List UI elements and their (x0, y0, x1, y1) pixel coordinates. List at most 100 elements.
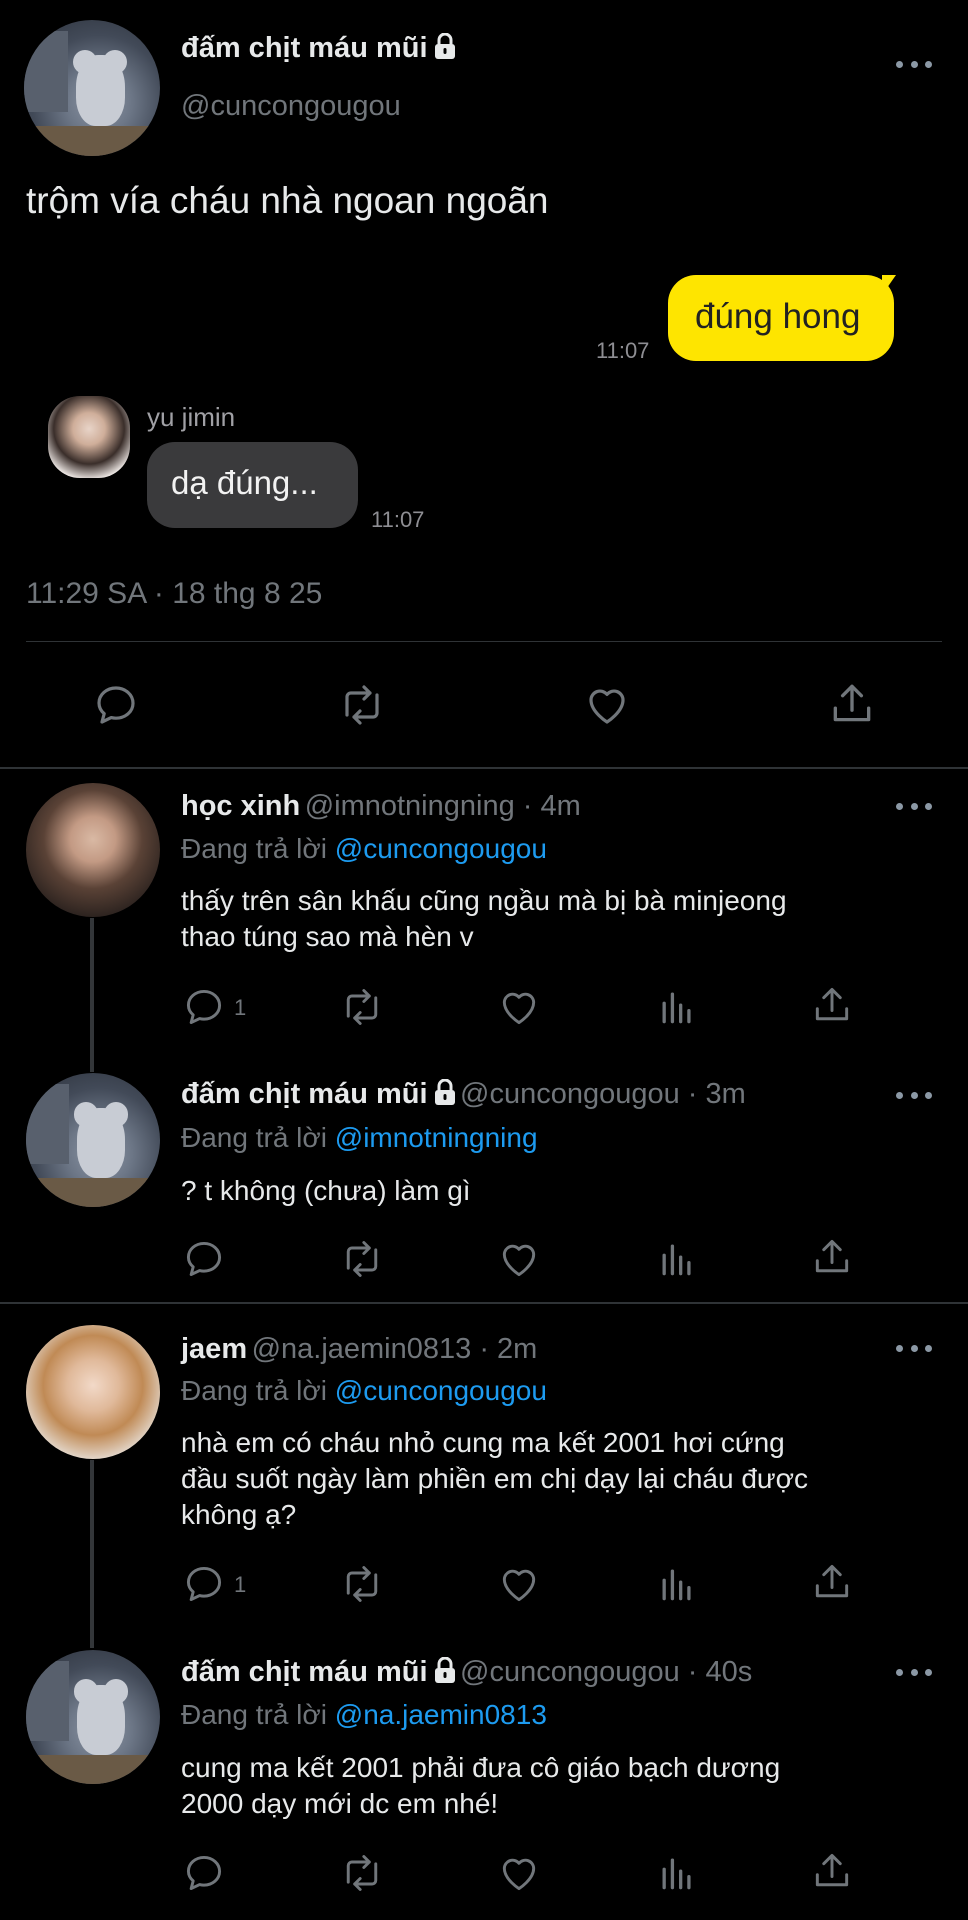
repost-button[interactable] (337, 1237, 387, 1281)
views-button[interactable] (655, 1237, 699, 1281)
share-icon (815, 987, 849, 1021)
reply-button[interactable] (182, 1237, 226, 1281)
avatar[interactable] (26, 1650, 160, 1784)
reply-handle-time[interactable]: @imnotningning · 4m (305, 790, 581, 822)
more-options-icon[interactable] (896, 1667, 932, 1677)
chat-bubble-incoming: dạ đúng... (147, 442, 358, 528)
reply-icon (186, 1241, 222, 1277)
lock-icon (434, 33, 455, 59)
reply-button[interactable] (182, 985, 226, 1029)
share-button[interactable] (810, 1849, 854, 1893)
repost-button[interactable] (337, 985, 387, 1029)
heart-icon (502, 1569, 536, 1602)
avatar[interactable] (26, 783, 160, 917)
reply-button[interactable] (92, 681, 140, 729)
reply-count: 1 (234, 995, 247, 1020)
views-button[interactable] (655, 985, 699, 1029)
author-name[interactable]: đấm chịt máu mũi (181, 32, 428, 64)
reply-mention[interactable]: @cuncongougou (335, 1375, 547, 1406)
avatar[interactable] (24, 20, 160, 156)
reply-text: thấy trên sân khấu cũng ngầu mà bị bà mi… (181, 883, 787, 955)
section-divider (0, 1302, 968, 1304)
repost-icon (346, 989, 378, 1025)
reply-text: ? t không (chưa) làm gì (181, 1173, 471, 1209)
reply-header: jaem @na.jaemin0813 · 2m (181, 1333, 537, 1366)
reply-name[interactable]: jaem (181, 1333, 247, 1365)
repost-button[interactable] (337, 1562, 387, 1606)
like-button[interactable] (582, 681, 632, 729)
share-icon (815, 1564, 849, 1598)
author-handle[interactable]: @cuncongougou (181, 90, 401, 123)
like-button[interactable] (497, 1237, 541, 1281)
reply-button[interactable] (182, 1562, 226, 1606)
reply-text-line: cung ma kết 2001 phải đưa cô giáo bạch d… (181, 1752, 781, 1783)
chat-sender-avatar (48, 396, 130, 478)
chat-incoming-text: dạ đúng... (171, 464, 318, 501)
reply-text-line: nhà em có cháu nhỏ cung ma kết 2001 hơi … (181, 1427, 785, 1458)
repost-icon (346, 1241, 378, 1277)
replying-label: Đang trả lời (181, 1375, 327, 1406)
avatar[interactable] (26, 1073, 160, 1207)
reply-handle-time[interactable]: @cuncongougou · 3m (460, 1078, 746, 1110)
chat-bubble-outgoing: đúng hong (668, 275, 896, 361)
share-button[interactable] (810, 983, 854, 1027)
share-icon (833, 684, 871, 722)
share-button[interactable] (810, 1235, 854, 1279)
analytics-icon (662, 1858, 691, 1890)
thread-line (90, 1460, 94, 1648)
reply-text: cung ma kết 2001 phải đưa cô giáo bạch d… (181, 1750, 780, 1822)
replying-label: Đang trả lời (181, 833, 327, 864)
replying-to: Đang trả lời @cuncongougou (181, 833, 547, 865)
reply-text-line: ? t không (chưa) làm gì (181, 1175, 471, 1206)
reply-name[interactable]: học xinh (181, 790, 300, 822)
share-button[interactable] (810, 1560, 854, 1604)
views-button[interactable] (655, 1562, 699, 1606)
analytics-icon (662, 1569, 691, 1601)
reply-text-line: thao túng sao mà hèn v (181, 921, 474, 952)
chat-time-outgoing: 11:07 (596, 338, 650, 363)
reply-header: học xinh @imnotningning · 4m (181, 790, 581, 823)
views-button[interactable] (655, 1851, 699, 1895)
reply-text-line: thấy trên sân khấu cũng ngầu mà bị bà mi… (181, 885, 787, 916)
reply-text-line: không ạ? (181, 1499, 297, 1530)
thread-line (90, 918, 94, 1072)
repost-icon (346, 1566, 378, 1602)
reply-name[interactable]: đấm chịt máu mũi (181, 1656, 428, 1688)
reply-button[interactable] (182, 1851, 226, 1895)
chat-outgoing-text: đúng hong (695, 297, 861, 336)
tweet-timestamp[interactable]: 11:29 SA · 18 thg 8 25 (26, 577, 322, 611)
more-options-icon[interactable] (896, 59, 932, 69)
reply-mention[interactable]: @na.jaemin0813 (335, 1699, 547, 1730)
analytics-icon (662, 1244, 691, 1276)
reply-mention[interactable]: @cuncongougou (335, 833, 547, 864)
like-button[interactable] (497, 985, 541, 1029)
replying-to: Đang trả lời @na.jaemin0813 (181, 1699, 547, 1731)
like-button[interactable] (497, 1851, 541, 1895)
more-options-icon[interactable] (896, 1343, 932, 1353)
section-divider (0, 767, 968, 769)
like-button[interactable] (497, 1562, 541, 1606)
reply-icon (186, 1566, 222, 1602)
lock-icon (434, 1657, 455, 1683)
repost-button[interactable] (334, 681, 390, 729)
more-options-icon[interactable] (896, 1090, 932, 1100)
avatar[interactable] (26, 1325, 160, 1459)
share-button[interactable] (826, 679, 878, 729)
share-icon (815, 1853, 849, 1887)
tweet-text: trộm vía cháu nhà ngoan ngoãn (26, 180, 549, 221)
reply-text-line: đầu suốt ngày làm phiền em chị dạy lại c… (181, 1463, 809, 1494)
reply-handle-time[interactable]: @na.jaemin0813 · 2m (252, 1333, 538, 1365)
share-icon (815, 1239, 849, 1273)
reply-mention[interactable]: @imnotningning (335, 1122, 538, 1153)
replying-label: Đang trả lời (181, 1122, 327, 1153)
replying-to: Đang trả lời @cuncongougou (181, 1375, 547, 1407)
repost-button[interactable] (337, 1851, 387, 1895)
reply-name[interactable]: đấm chịt máu mũi (181, 1078, 428, 1110)
heart-icon (502, 1244, 536, 1277)
reply-icon (186, 1855, 222, 1891)
repost-icon (346, 1855, 378, 1891)
reply-handle-time[interactable]: @cuncongougou · 40s (460, 1656, 752, 1688)
more-options-icon[interactable] (896, 801, 932, 811)
analytics-icon (662, 992, 691, 1024)
repost-icon (345, 685, 379, 725)
